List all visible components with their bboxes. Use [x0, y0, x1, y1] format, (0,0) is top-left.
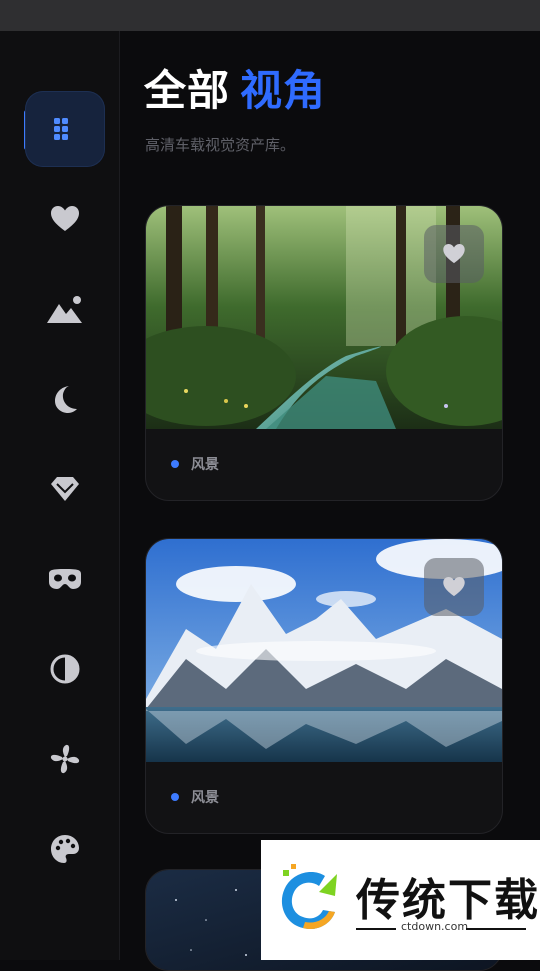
watermark-logo-icon [281, 864, 337, 930]
grid-icon [54, 118, 68, 140]
nav-item-night[interactable] [25, 361, 105, 437]
watermark-badge: 传统下载 ctdown.com [261, 840, 540, 960]
nav-item-landscape[interactable] [25, 271, 105, 347]
nav-item-luxury[interactable] [25, 451, 105, 527]
card-image-forest [146, 206, 502, 429]
watermark-line-left [356, 928, 396, 930]
heart-icon [443, 244, 465, 264]
image-card[interactable]: 风景 [145, 205, 503, 501]
nav-item-art[interactable] [25, 811, 105, 887]
favorite-button[interactable] [424, 558, 484, 616]
palette-icon [51, 835, 79, 863]
watermark-line-right [466, 928, 526, 930]
favorite-button[interactable] [424, 225, 484, 283]
card-footer: 风景 [146, 429, 502, 499]
category-label: 风景 [191, 457, 219, 473]
card-image-snow-mountain [146, 539, 502, 762]
nav-item-mask[interactable] [25, 541, 105, 617]
diamond-icon [51, 477, 79, 501]
contrast-icon [50, 654, 80, 684]
page-title-accent: 视角 [240, 66, 327, 115]
watermark-url: ctdown.com [401, 920, 469, 933]
main-content: 全部 视角 高清车载视觉资产库。 风景 风景 [120, 31, 540, 971]
mask-icon [49, 569, 81, 589]
nav-item-all[interactable] [25, 91, 105, 167]
moon-icon [55, 386, 77, 413]
nav-item-favorites[interactable] [25, 181, 105, 257]
category-dot [171, 793, 179, 801]
watermark-title: 传统下载 [356, 875, 540, 926]
image-card[interactable]: 风景 [145, 538, 503, 834]
nav-item-contrast[interactable] [25, 631, 105, 707]
category-dot [171, 460, 179, 468]
card-footer: 风景 [146, 762, 502, 832]
page-title-main: 全部 [144, 66, 231, 115]
nav-item-fan[interactable] [25, 721, 105, 797]
heart-icon [443, 577, 465, 597]
category-label: 风景 [191, 790, 219, 806]
fan-icon [50, 744, 80, 774]
heart-icon [51, 206, 79, 231]
status-bar [0, 0, 540, 31]
mountain-icon [47, 296, 82, 323]
page-title: 全部 视角 [144, 65, 326, 117]
page-subtitle: 高清车载视觉资产库。 [145, 136, 296, 154]
sidebar [0, 31, 120, 960]
